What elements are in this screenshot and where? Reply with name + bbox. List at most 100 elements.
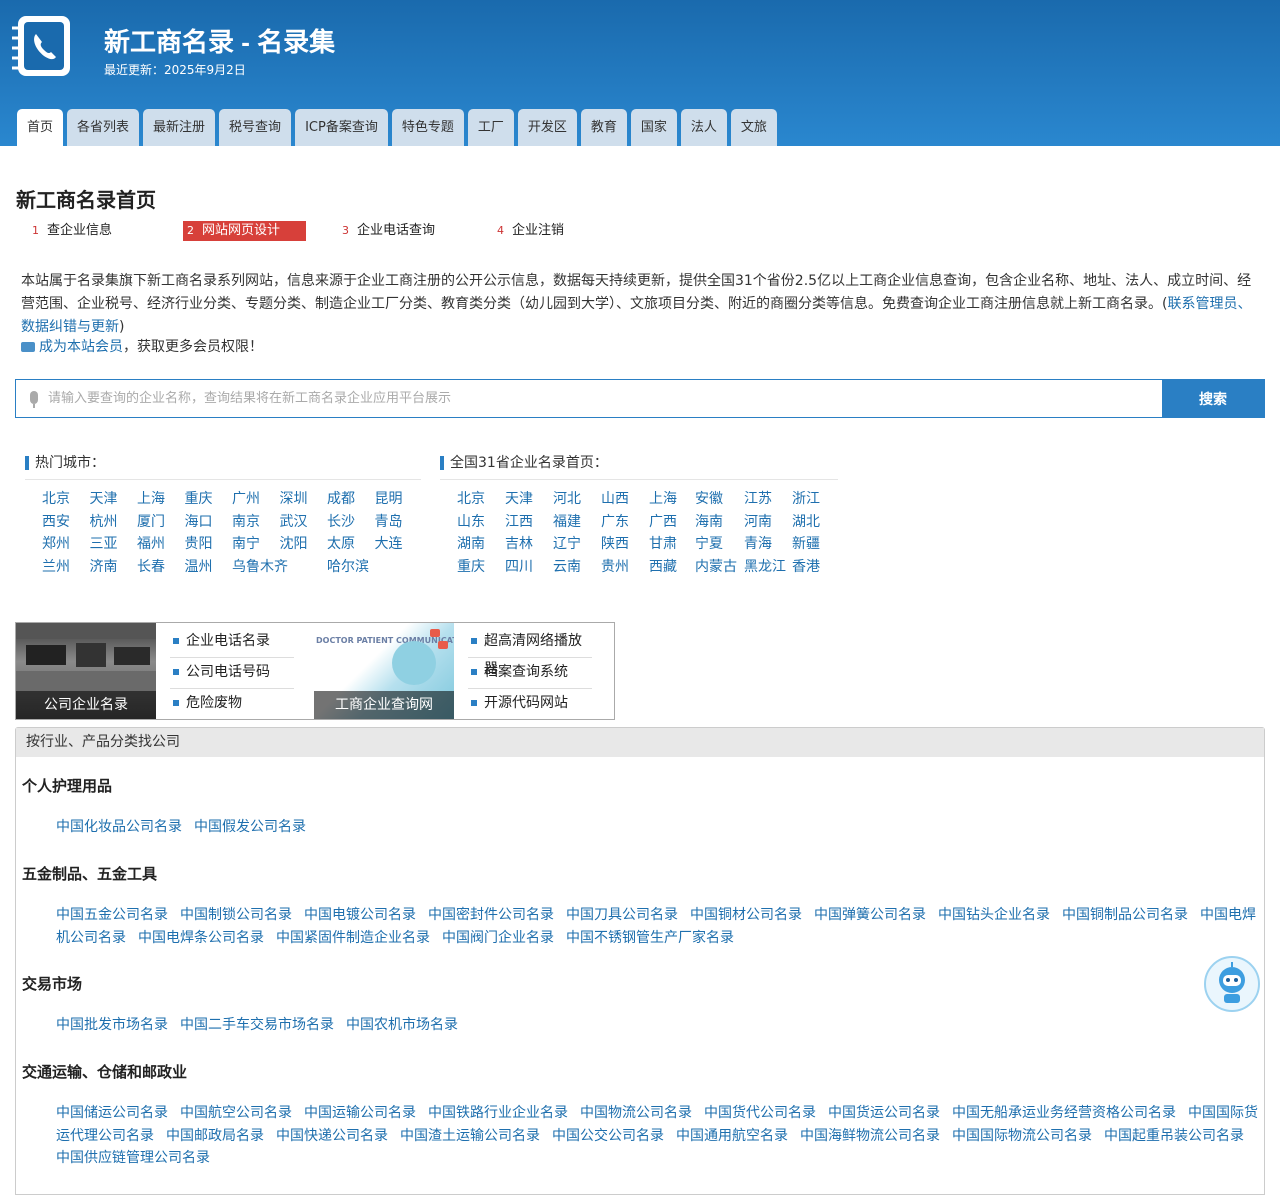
industry-link[interactable]: 中国电焊条公司名录 xyxy=(138,930,264,946)
promo-link[interactable]: 开源代码网站 xyxy=(468,689,592,720)
province-link[interactable]: 甘肃 xyxy=(649,533,695,556)
nav-tab-new-registrations[interactable]: 最新注册 xyxy=(143,109,216,146)
province-link[interactable]: 广西 xyxy=(649,511,695,534)
industry-link[interactable]: 中国快递公司名录 xyxy=(276,1128,388,1144)
city-link[interactable]: 福州 xyxy=(137,533,185,556)
city-link[interactable]: 武汉 xyxy=(280,511,328,534)
industry-link[interactable]: 中国弹簧公司名录 xyxy=(814,907,926,923)
city-link[interactable]: 上海 xyxy=(137,488,185,511)
province-link[interactable]: 内蒙古 xyxy=(695,556,744,579)
industry-link[interactable]: 中国货代公司名录 xyxy=(704,1105,816,1121)
city-link[interactable]: 北京 xyxy=(42,488,90,511)
step-phone-query[interactable]: 3 企业电话查询 xyxy=(338,221,493,241)
city-link[interactable]: 哈尔滨 xyxy=(327,556,422,579)
nav-tab-home[interactable]: 首页 xyxy=(17,109,64,146)
nav-tab-dev-zones[interactable]: 开发区 xyxy=(517,109,577,146)
province-link[interactable]: 广东 xyxy=(601,511,649,534)
phone-book-icon[interactable] xyxy=(10,14,74,78)
industry-link[interactable]: 中国五金公司名录 xyxy=(56,907,168,923)
province-link[interactable]: 四川 xyxy=(505,556,553,579)
city-link[interactable]: 南京 xyxy=(232,511,280,534)
industry-link[interactable]: 中国紧固件制造企业名录 xyxy=(276,930,430,946)
microphone-icon[interactable] xyxy=(30,391,38,408)
industry-link[interactable]: 中国航空公司名录 xyxy=(180,1105,292,1121)
industry-link[interactable]: 中国邮政局名录 xyxy=(166,1128,264,1144)
promo-link[interactable]: 档案查询系统 xyxy=(468,658,592,689)
city-link[interactable]: 西安 xyxy=(42,511,90,534)
city-link[interactable]: 天津 xyxy=(90,488,138,511)
city-link[interactable]: 长春 xyxy=(137,556,185,579)
province-link[interactable]: 上海 xyxy=(649,488,695,511)
city-link[interactable]: 长沙 xyxy=(327,511,375,534)
city-link[interactable]: 昆明 xyxy=(375,488,423,511)
nav-tab-provinces[interactable]: 各省列表 xyxy=(67,109,140,146)
promo-link[interactable]: 公司电话号码 xyxy=(170,658,294,689)
industry-link[interactable]: 中国电镀公司名录 xyxy=(304,907,416,923)
province-link[interactable]: 海南 xyxy=(695,511,744,534)
city-link[interactable]: 乌鲁木齐 xyxy=(232,556,327,579)
industry-link[interactable]: 中国公交公司名录 xyxy=(552,1128,664,1144)
province-link[interactable]: 河北 xyxy=(553,488,601,511)
city-link[interactable]: 郑州 xyxy=(42,533,90,556)
city-link[interactable]: 南宁 xyxy=(232,533,280,556)
city-link[interactable]: 温州 xyxy=(185,556,233,579)
province-link[interactable]: 贵州 xyxy=(601,556,649,579)
city-link[interactable]: 成都 xyxy=(327,488,375,511)
city-link[interactable]: 三亚 xyxy=(90,533,138,556)
industry-link[interactable]: 中国国际物流公司名录 xyxy=(952,1128,1092,1144)
province-link[interactable]: 江西 xyxy=(505,511,553,534)
nav-tab-countries[interactable]: 国家 xyxy=(630,109,677,146)
nav-tab-education[interactable]: 教育 xyxy=(580,109,627,146)
city-link[interactable]: 贵阳 xyxy=(185,533,233,556)
industry-link[interactable]: 中国二手车交易市场名录 xyxy=(180,1017,334,1033)
promo-link[interactable]: 企业电话名录 xyxy=(170,627,294,658)
industry-link[interactable]: 中国海鲜物流公司名录 xyxy=(800,1128,940,1144)
city-link[interactable]: 海口 xyxy=(185,511,233,534)
province-link[interactable]: 西藏 xyxy=(649,556,695,579)
province-link[interactable]: 北京 xyxy=(457,488,505,511)
nav-tab-culture-tourism[interactable]: 文旅 xyxy=(730,109,777,146)
industry-link[interactable]: 中国阀门企业名录 xyxy=(442,930,554,946)
industry-link[interactable]: 中国供应链管理公司名录 xyxy=(56,1150,210,1166)
province-link[interactable]: 河南 xyxy=(744,511,792,534)
province-link[interactable]: 新疆 xyxy=(792,533,840,556)
city-link[interactable]: 杭州 xyxy=(90,511,138,534)
industry-link[interactable]: 中国货运公司名录 xyxy=(828,1105,940,1121)
industry-link[interactable]: 中国铜材公司名录 xyxy=(690,907,802,923)
robot-assistant-icon[interactable] xyxy=(1204,956,1260,1012)
province-link[interactable]: 宁夏 xyxy=(695,533,744,556)
industry-link[interactable]: 中国制锁公司名录 xyxy=(180,907,292,923)
province-link[interactable]: 吉林 xyxy=(505,533,553,556)
industry-link[interactable]: 中国起重吊装公司名录 xyxy=(1104,1128,1244,1144)
step-deregistration[interactable]: 4 企业注销 xyxy=(493,221,648,241)
province-link[interactable]: 黑龙江 xyxy=(744,556,792,579)
industry-link[interactable]: 中国运输公司名录 xyxy=(304,1105,416,1121)
city-link[interactable]: 青岛 xyxy=(375,511,423,534)
promo-link[interactable]: 超高清网络播放器 xyxy=(468,627,592,677)
province-link[interactable]: 安徽 xyxy=(695,488,744,511)
province-link[interactable]: 福建 xyxy=(553,511,601,534)
nav-tab-tax-id[interactable]: 税号查询 xyxy=(219,109,292,146)
city-link[interactable]: 沈阳 xyxy=(280,533,328,556)
province-link[interactable]: 陕西 xyxy=(601,533,649,556)
promo-link[interactable]: 危险废物 xyxy=(170,689,294,720)
office-image[interactable]: 公司企业名录 xyxy=(16,623,156,719)
become-member-link[interactable]: 成为本站会员 xyxy=(39,339,123,355)
industry-link[interactable]: 中国刀具公司名录 xyxy=(566,907,678,923)
industry-link[interactable]: 中国储运公司名录 xyxy=(56,1105,168,1121)
step-query-company[interactable]: 1 查企业信息 xyxy=(28,221,183,241)
industry-link[interactable]: 中国批发市场名录 xyxy=(56,1017,168,1033)
province-link[interactable]: 浙江 xyxy=(792,488,840,511)
province-link[interactable]: 江苏 xyxy=(744,488,792,511)
nav-tab-legal-person[interactable]: 法人 xyxy=(680,109,727,146)
industry-link[interactable]: 中国铜制品公司名录 xyxy=(1062,907,1188,923)
industry-link[interactable]: 中国钻头企业名录 xyxy=(938,907,1050,923)
nav-tab-factories[interactable]: 工厂 xyxy=(467,109,514,146)
city-link[interactable]: 太原 xyxy=(327,533,375,556)
province-link[interactable]: 辽宁 xyxy=(553,533,601,556)
city-link[interactable]: 深圳 xyxy=(280,488,328,511)
industry-link[interactable]: 中国通用航空名录 xyxy=(676,1128,788,1144)
province-link[interactable]: 山东 xyxy=(457,511,505,534)
industry-link[interactable]: 中国假发公司名录 xyxy=(194,819,306,835)
step-web-design[interactable]: 2 网站网页设计 xyxy=(183,221,306,241)
